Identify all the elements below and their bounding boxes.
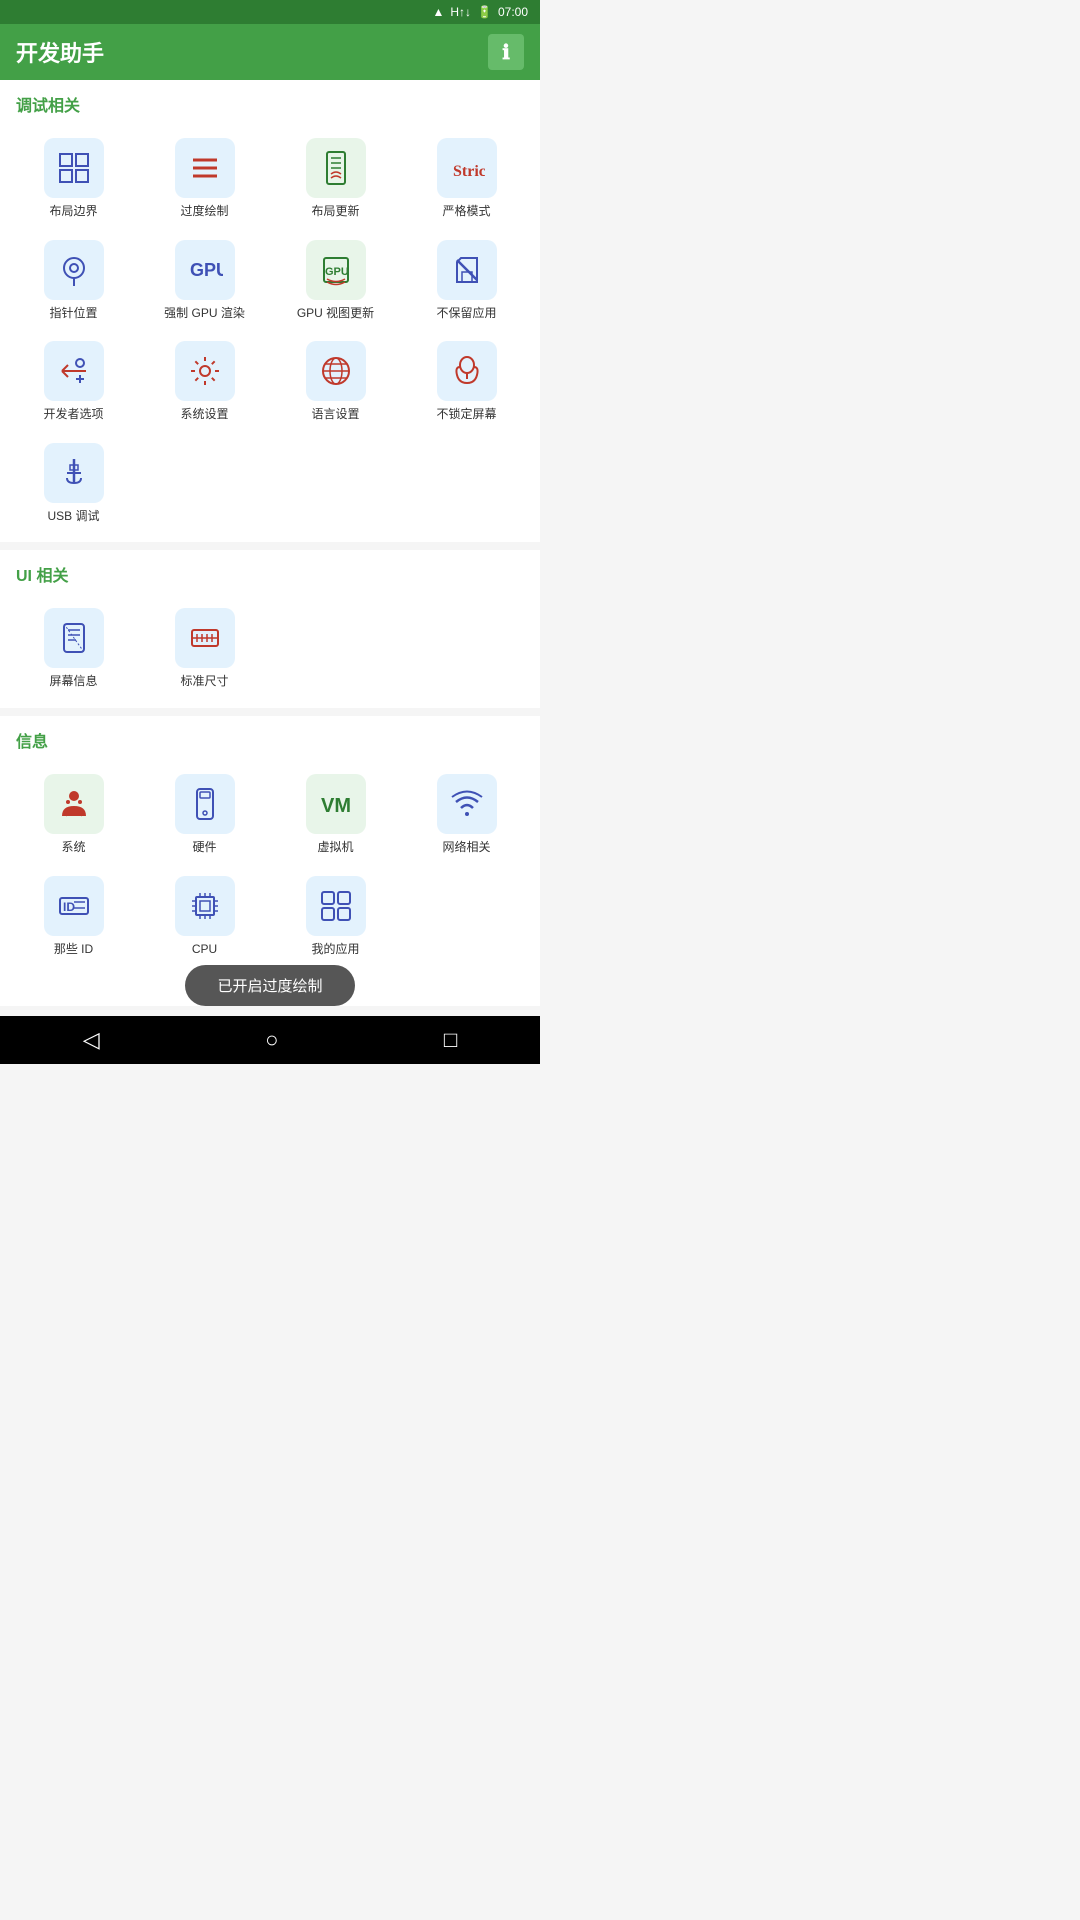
item-cpu[interactable]: CPU	[139, 866, 270, 968]
svg-text:GPU: GPU	[325, 266, 349, 278]
item-dev-options[interactable]: 开发者选项	[8, 331, 139, 433]
item-network[interactable]: 网络相关	[401, 764, 532, 866]
item-standard-size[interactable]: 标准尺寸	[139, 598, 270, 700]
pointer-location-label: 指针位置	[49, 306, 97, 322]
item-system[interactable]: 系统	[8, 764, 139, 866]
dev-options-label: 开发者选项	[43, 407, 103, 423]
info-grid: 系统 硬件 VM 虚拟机	[0, 756, 540, 975]
standard-size-icon-box	[175, 608, 235, 668]
item-my-apps[interactable]: 我的应用	[270, 866, 401, 968]
section-debug-title: 调试相关	[0, 80, 540, 120]
signal-icon: H↑↓	[450, 5, 471, 19]
system-label: 系统	[61, 840, 85, 856]
status-bar: ▲ H↑↓ 🔋 07:00	[0, 0, 540, 24]
item-no-lock-screen[interactable]: 不锁定屏幕	[401, 331, 532, 433]
no-save-icon-box	[437, 240, 497, 300]
network-label: 网络相关	[442, 840, 490, 856]
force-gpu-label: 强制 GPU 渲染	[164, 306, 245, 322]
force-gpu-icon-box: GPU	[175, 240, 235, 300]
layout-update-icon-box	[306, 138, 366, 198]
toast-overlay: 已开启过度绘制	[0, 965, 540, 1006]
item-force-gpu[interactable]: GPU 强制 GPU 渲染	[139, 230, 270, 332]
gpu-view-icon-box: GPU	[306, 240, 366, 300]
section-info-title: 信息	[0, 716, 540, 756]
app-header: 开发助手 ℹ	[0, 24, 540, 80]
app-title: 开发助手	[16, 36, 104, 68]
wifi-icon: ▲	[432, 5, 444, 19]
overdraw-icon-box	[175, 138, 235, 198]
info-icon: ℹ	[502, 40, 510, 65]
no-lock-screen-icon-box	[437, 341, 497, 401]
item-strict-mode[interactable]: Strict 严格模式	[401, 128, 532, 230]
home-button[interactable]: ○	[265, 1027, 278, 1053]
pointer-icon-box	[44, 240, 104, 300]
sys-settings-label: 系统设置	[180, 407, 228, 423]
lang-settings-icon-box	[306, 341, 366, 401]
strict-mode-icon-box: Strict	[437, 138, 497, 198]
my-apps-icon-box	[306, 876, 366, 936]
item-virtual-machine[interactable]: VM 虚拟机	[270, 764, 401, 866]
section-ui: UI 相关 屏幕信息	[0, 550, 540, 708]
sys-settings-icon-box	[175, 341, 235, 401]
recent-button[interactable]: □	[444, 1027, 457, 1053]
ui-grid: 屏幕信息 标准尺寸	[0, 590, 540, 708]
item-overdraw[interactable]: 过度绘制	[139, 128, 270, 230]
dev-options-icon-box	[44, 341, 104, 401]
no-lock-screen-label: 不锁定屏幕	[436, 407, 496, 423]
standard-size-label: 标准尺寸	[180, 674, 228, 690]
layout-update-label: 布局更新	[311, 204, 359, 220]
layout-bounds-label: 布局边界	[49, 204, 97, 220]
svg-text:GPU: GPU	[190, 260, 223, 280]
system-icon-box	[44, 774, 104, 834]
back-button[interactable]: ◁	[83, 1027, 100, 1053]
no-save-label: 不保留应用	[436, 306, 496, 322]
battery-icon: 🔋	[477, 5, 492, 19]
svg-text:ID: ID	[63, 900, 75, 914]
section-debug: 调试相关 布局边界 过度绘制	[0, 80, 540, 542]
hardware-icon-box	[175, 774, 235, 834]
vm-icon-box: VM	[306, 774, 366, 834]
network-icon-box	[437, 774, 497, 834]
layout-bounds-icon-box	[44, 138, 104, 198]
time: 07:00	[498, 5, 528, 19]
item-layout-bounds[interactable]: 布局边界	[8, 128, 139, 230]
overdraw-label: 过度绘制	[180, 204, 228, 220]
svg-text:VM: VM	[321, 795, 351, 817]
item-no-save-app[interactable]: 不保留应用	[401, 230, 532, 332]
id-label: 那些 ID	[54, 942, 93, 958]
cpu-icon-box	[175, 876, 235, 936]
section-info: 信息 系统	[0, 716, 540, 1006]
bottom-nav: ◁ ○ □	[0, 1016, 540, 1064]
id-icon-box: ID	[44, 876, 104, 936]
item-those-id[interactable]: ID 那些 ID	[8, 866, 139, 968]
screen-info-icon-box	[44, 608, 104, 668]
gpu-view-label: GPU 视图更新	[297, 306, 374, 322]
toast: 已开启过度绘制	[185, 965, 354, 1006]
debug-grid: 布局边界 过度绘制	[0, 120, 540, 542]
strict-mode-label: 严格模式	[442, 204, 490, 220]
hardware-label: 硬件	[192, 840, 216, 856]
cpu-label: CPU	[192, 942, 217, 958]
usb-debug-icon-box	[44, 443, 104, 503]
item-screen-info[interactable]: 屏幕信息	[8, 598, 139, 700]
item-sys-settings[interactable]: 系统设置	[139, 331, 270, 433]
usb-debug-label: USB 调试	[47, 509, 99, 525]
item-usb-debug[interactable]: USB 调试	[8, 433, 139, 535]
item-gpu-view-update[interactable]: GPU GPU 视图更新	[270, 230, 401, 332]
item-hardware[interactable]: 硬件	[139, 764, 270, 866]
svg-text:Strict: Strict	[453, 163, 485, 180]
item-pointer-location[interactable]: 指针位置	[8, 230, 139, 332]
item-layout-update[interactable]: 布局更新	[270, 128, 401, 230]
item-lang-settings[interactable]: 语言设置	[270, 331, 401, 433]
lang-settings-label: 语言设置	[311, 407, 359, 423]
info-button[interactable]: ℹ	[488, 34, 524, 70]
section-ui-title: UI 相关	[0, 550, 540, 590]
my-apps-label: 我的应用	[311, 942, 359, 958]
screen-info-label: 屏幕信息	[49, 674, 97, 690]
vm-label: 虚拟机	[317, 840, 353, 856]
